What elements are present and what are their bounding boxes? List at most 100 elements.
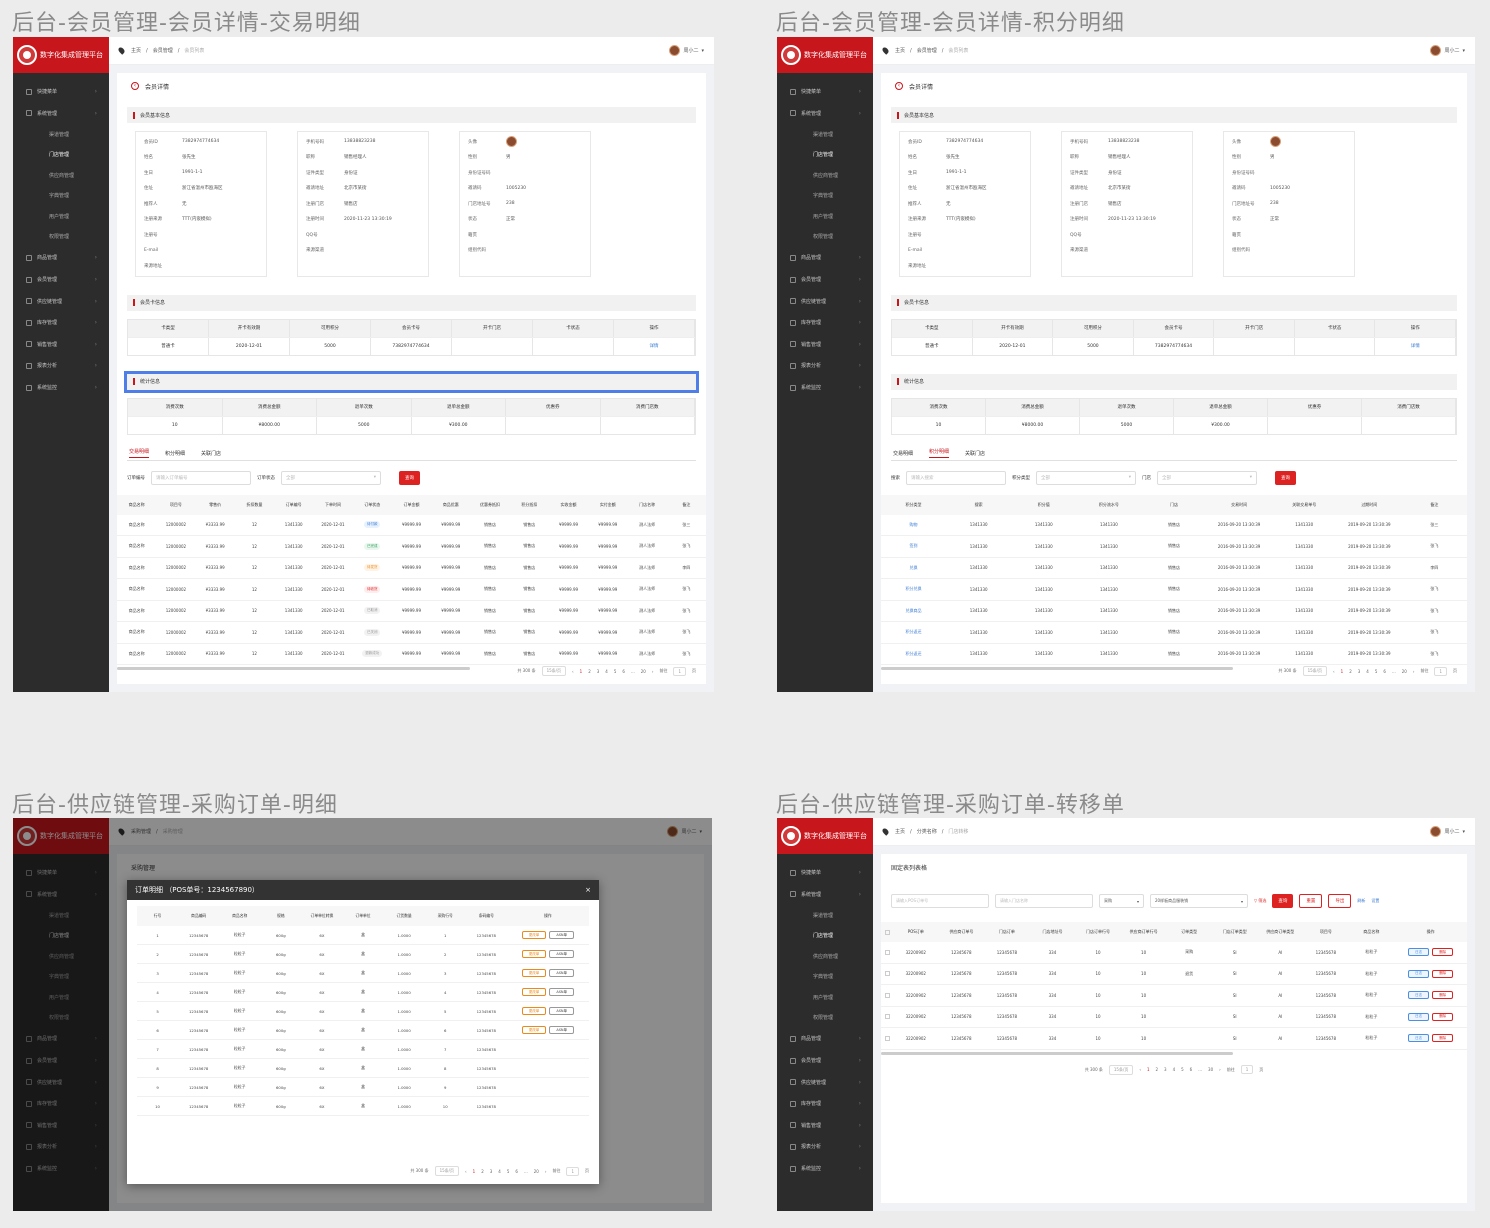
asn-button[interactable]: ASN单 — [549, 988, 575, 996]
delete-button[interactable]: 删除 — [1432, 969, 1454, 978]
sidebar-subitem-0[interactable]: 渠道管理 — [777, 905, 873, 926]
page-number[interactable]: 6 — [622, 669, 625, 674]
sidebar-item-member[interactable]: 会员管理 › — [13, 269, 109, 291]
horizontal-scrollbar[interactable] — [117, 667, 471, 670]
points-type-link[interactable]: 签到 — [910, 543, 918, 549]
sidebar-item-system[interactable]: 系统管理 › — [777, 884, 873, 906]
page-number[interactable]: 4 — [1173, 1067, 1176, 1072]
prev-page-icon[interactable]: ‹ — [1139, 1067, 1141, 1072]
goto-input[interactable]: 1 — [566, 1166, 579, 1176]
goto-input[interactable]: 1 — [673, 666, 686, 676]
page-number[interactable]: 5 — [507, 1169, 510, 1174]
order-number-input[interactable]: 请输入订单编号 — [151, 470, 251, 485]
page-number[interactable]: 20 — [1402, 669, 1407, 674]
page-number[interactable]: 2 — [481, 1169, 484, 1174]
sidebar-item-monitor[interactable]: 系统监控 › — [777, 1158, 873, 1180]
type-select[interactable]: 采购 ▾ — [1099, 894, 1144, 908]
card-detail-link[interactable]: 详情 — [614, 337, 695, 355]
sidebar-subitem-1[interactable]: 门店管理 — [13, 145, 109, 166]
points-type-select[interactable]: 全部 ▾ — [1036, 470, 1136, 485]
page-number[interactable]: 20 — [641, 669, 646, 674]
avatar[interactable] — [1430, 826, 1442, 837]
edit-order-button[interactable]: 更改单 — [521, 969, 547, 977]
store-select[interactable]: 全部 ▾ — [1157, 470, 1257, 485]
filter-toggle[interactable]: ▽ 筛选 — [1254, 898, 1266, 904]
page-number[interactable]: 1 — [580, 669, 583, 674]
points-type-link[interactable]: 兑换商品 — [906, 608, 922, 614]
search-button[interactable]: 查询 — [399, 470, 420, 485]
store-name-input[interactable]: 请输入门店名称 — [995, 894, 1093, 908]
sidebar-subitem-0[interactable]: 渠道管理 — [777, 124, 873, 145]
sidebar-item-supply[interactable]: 供应链管理 › — [777, 1071, 873, 1093]
delete-button[interactable]: 删除 — [1432, 991, 1454, 1000]
sidebar-item-supply[interactable]: 供应链管理 › — [777, 290, 873, 312]
back-icon[interactable]: ‹ — [895, 82, 903, 90]
page-number[interactable]: 6 — [1383, 669, 1386, 674]
goto-input[interactable]: 1 — [1240, 1065, 1254, 1074]
breadcrumb-item[interactable]: 主页 — [895, 47, 905, 54]
log-button[interactable]: 日志 — [1408, 991, 1430, 1000]
page-number[interactable]: 5 — [614, 669, 617, 674]
sidebar-item-dashboard[interactable]: 快捷菜单 › — [13, 81, 109, 103]
settings-link[interactable]: 设置 — [1371, 898, 1379, 904]
breadcrumb-item[interactable]: 会员管理 — [917, 47, 937, 54]
page-number[interactable]: 4 — [1366, 669, 1369, 674]
app-logo[interactable]: 数字化集成管理平台 — [13, 37, 109, 73]
log-button[interactable]: 日志 — [1408, 1034, 1430, 1043]
asn-button[interactable]: ASN单 — [549, 931, 575, 939]
search-input[interactable]: 请输入搜索 — [906, 470, 1006, 485]
asn-button[interactable]: ASN单 — [549, 950, 575, 958]
user-menu[interactable]: 周小二 ▾ — [1430, 45, 1465, 56]
export-button[interactable]: 导出 — [1328, 894, 1352, 908]
sidebar-item-stock[interactable]: 库存管理 › — [13, 312, 109, 334]
search-button[interactable]: 查询 — [1275, 470, 1296, 485]
page-number[interactable]: 3 — [490, 1169, 493, 1174]
page-number[interactable]: 2 — [1155, 1067, 1158, 1072]
sidebar-item-report[interactable]: 报表分析 › — [777, 355, 873, 377]
next-page-icon[interactable]: › — [1219, 1067, 1221, 1072]
tab-2[interactable]: 关联门店 — [965, 450, 985, 457]
page-size-select[interactable]: 15条/页 — [1108, 1064, 1134, 1075]
next-page-icon[interactable]: › — [652, 669, 654, 674]
avatar[interactable] — [1430, 45, 1442, 56]
sidebar-item-supply[interactable]: 供应链管理 › — [13, 290, 109, 312]
prev-page-icon[interactable]: ‹ — [465, 1169, 467, 1174]
points-type-link[interactable]: 兑换 — [910, 565, 918, 571]
page-size-select[interactable]: 15条/页 — [434, 1166, 460, 1176]
horizontal-scrollbar[interactable] — [881, 667, 1233, 670]
sidebar-subitem-2[interactable]: 供应商管理 — [13, 165, 109, 186]
points-type-link[interactable]: 积分返还 — [906, 651, 922, 657]
store-select[interactable]: 20样板商品服装销 ▾ — [1150, 894, 1248, 908]
sidebar-item-stock[interactable]: 库存管理 › — [777, 312, 873, 334]
page-number[interactable]: 30 — [1208, 1067, 1213, 1072]
tab-1[interactable]: 积分明细 — [929, 448, 950, 458]
row-checkbox[interactable] — [884, 1035, 890, 1041]
next-page-icon[interactable]: › — [1413, 669, 1415, 674]
sidebar-item-sales[interactable]: 销售管理 › — [13, 334, 109, 356]
sidebar-item-report[interactable]: 报表分析 › — [777, 1136, 873, 1158]
log-button[interactable]: 日志 — [1408, 969, 1430, 978]
sidebar-item-sales[interactable]: 销售管理 › — [777, 334, 873, 356]
asn-button[interactable]: ASN单 — [549, 1026, 575, 1034]
avatar[interactable] — [669, 45, 681, 56]
page-number[interactable]: 2 — [1349, 669, 1352, 674]
sidebar-item-dashboard[interactable]: 快捷菜单 › — [777, 81, 873, 103]
tab-1[interactable]: 积分明细 — [165, 450, 185, 457]
log-button[interactable]: 日志 — [1408, 948, 1430, 957]
sidebar-item-monitor[interactable]: 系统监控 › — [777, 377, 873, 399]
app-logo[interactable]: 数字化集成管理平台 — [777, 818, 873, 854]
prev-page-icon[interactable]: ‹ — [572, 669, 574, 674]
page-number[interactable]: 4 — [498, 1169, 501, 1174]
select-all-checkbox[interactable] — [884, 929, 890, 935]
breadcrumb-item[interactable]: 会员列表 — [184, 47, 204, 54]
sidebar-item-member[interactable]: 会员管理 › — [777, 269, 873, 291]
page-size-select[interactable]: 15条/页 — [541, 666, 567, 676]
edit-order-button[interactable]: 更改单 — [521, 1007, 547, 1015]
sidebar-item-goods[interactable]: 商品管理 › — [13, 247, 109, 269]
page-number[interactable]: ... — [631, 669, 635, 674]
sidebar-subitem-3[interactable]: 字典管理 — [777, 967, 873, 988]
delete-button[interactable]: 删除 — [1432, 948, 1454, 957]
page-number[interactable]: 1 — [1147, 1067, 1150, 1072]
page-number[interactable]: 5 — [1375, 669, 1378, 674]
sidebar-item-dashboard[interactable]: 快捷菜单 › — [777, 862, 873, 884]
